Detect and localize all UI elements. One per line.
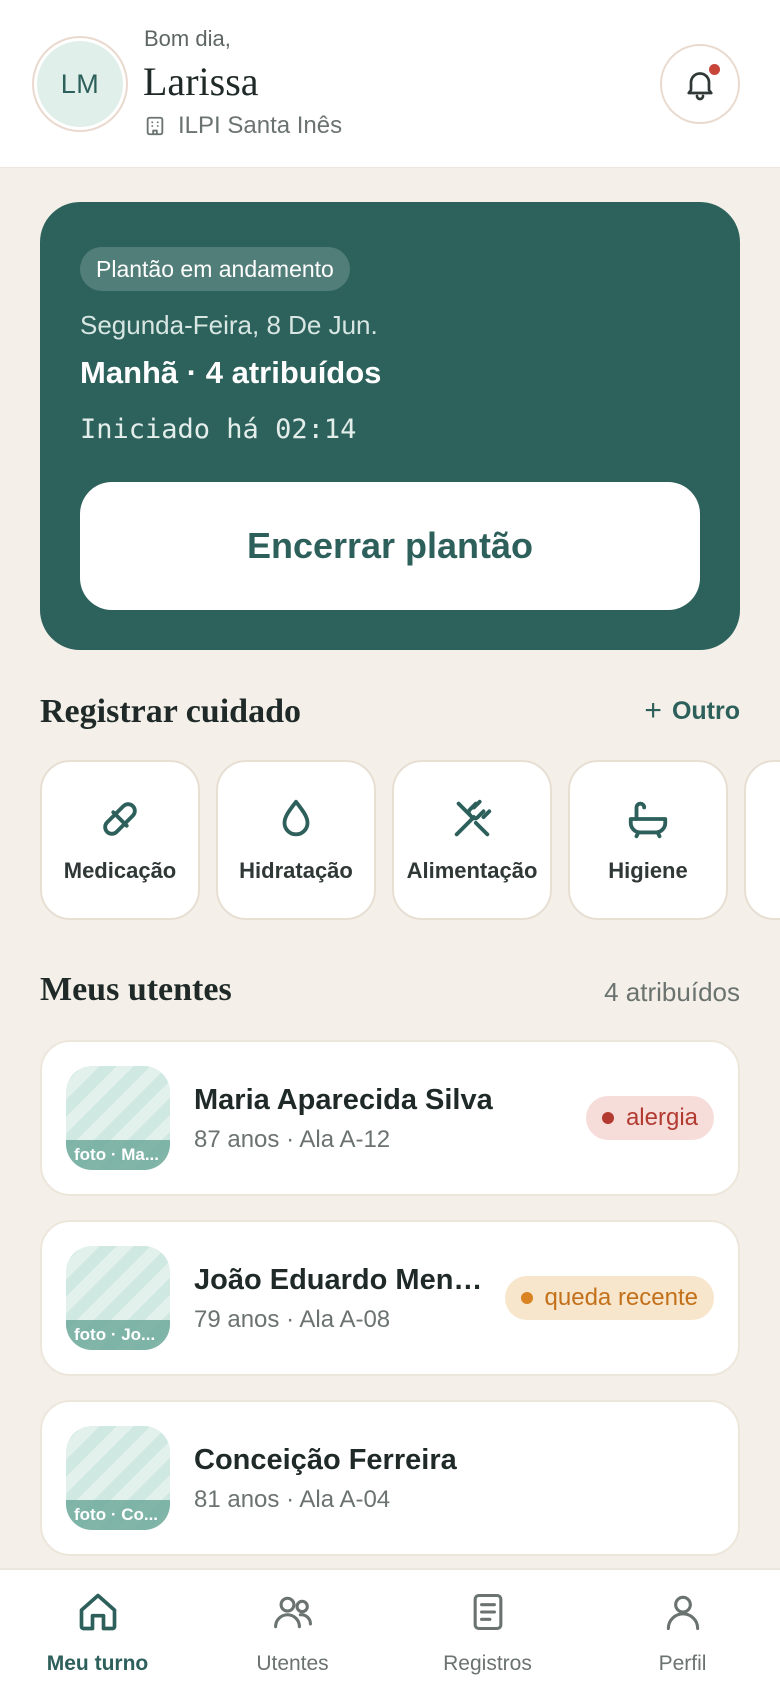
add-other-care-button[interactable]: + Outro	[644, 696, 740, 726]
allergy-badge: alergia	[585, 1096, 714, 1140]
avatar[interactable]: LM	[34, 38, 126, 130]
nav-item-my-shift[interactable]: Meu turno	[0, 1570, 195, 1688]
shift-date: Segunda-Feira, 8 De Jun.	[80, 310, 378, 340]
notification-dot	[707, 62, 722, 77]
shift-status-badge: Plantão em andamento	[80, 247, 350, 291]
greeting: Bom dia,	[144, 26, 231, 51]
resident-photo: foto · Ma...	[66, 1066, 170, 1170]
nav-label: Meu turno	[46, 1652, 149, 1675]
document-icon	[390, 1590, 585, 1634]
utensils-icon	[394, 796, 550, 842]
resident-photo-caption: foto · Co...	[66, 1500, 170, 1530]
nav-label: Perfil	[658, 1652, 707, 1675]
care-tile-feeding[interactable]: Alimentação	[392, 760, 552, 920]
shift-timer: Iniciado há 02:14	[80, 414, 357, 445]
user-name: Larissa	[143, 59, 259, 104]
badge-label: queda recente	[544, 1284, 698, 1311]
care-tile-label: Medicação	[63, 858, 177, 883]
nav-item-profile[interactable]: Perfil	[585, 1570, 780, 1688]
care-section-title: Registrar cuidado	[40, 693, 301, 730]
resident-photo-caption: foto · Jo...	[66, 1320, 170, 1350]
home-icon	[0, 1590, 195, 1634]
resident-photo: foto · Jo...	[66, 1246, 170, 1350]
care-tile-label: Hidratação	[239, 858, 353, 883]
droplet-icon	[218, 796, 374, 842]
end-shift-button[interactable]: Encerrar plantão	[80, 482, 700, 610]
facility-name: ILPI Santa Inês	[178, 112, 343, 139]
care-tile-hygiene[interactable]: Higiene	[568, 760, 728, 920]
badge-dot	[520, 1292, 533, 1304]
avatar-initials: LM	[60, 68, 100, 99]
care-tile-hydration[interactable]: Hidratação	[216, 760, 376, 920]
care-tile-medication[interactable]: Medicação	[40, 760, 200, 920]
shift-card: Plantão em andamento Segunda-Feira, 8 De…	[40, 202, 740, 650]
resident-meta: 79 anos · Ala A-08	[194, 1306, 391, 1333]
facility-info: ILPI Santa Inês	[144, 112, 342, 140]
shift-summary: Manhã · 4 atribuídos	[80, 355, 382, 390]
resident-name: Conceição Ferreira	[194, 1444, 457, 1476]
residents-section-title: Meus utentes	[40, 971, 232, 1008]
badge-label: alergia	[625, 1104, 698, 1131]
user-icon	[585, 1590, 780, 1634]
resident-meta: 87 anos · Ala A-12	[194, 1126, 391, 1153]
resident-name: Maria Aparecida Silva	[194, 1084, 493, 1116]
resident-card[interactable]: foto · Co... Conceição Ferreira 81 anos …	[40, 1400, 740, 1556]
notifications-button[interactable]	[660, 44, 740, 124]
care-tile-label: Higiene	[608, 858, 688, 883]
resident-photo-caption: foto · Ma...	[66, 1140, 170, 1170]
bottom-nav: Meu turno Utentes Registros Perfil	[0, 1568, 780, 1688]
resident-name: João Eduardo Mendes	[194, 1264, 484, 1296]
resident-card[interactable]: foto · Jo... João Eduardo Mendes 79 anos…	[40, 1220, 740, 1376]
bathtub-icon	[570, 796, 726, 842]
users-icon	[195, 1590, 390, 1634]
building-icon	[144, 115, 166, 137]
badge-dot	[601, 1112, 614, 1124]
resident-card[interactable]: foto · Ma... Maria Aparecida Silva 87 an…	[40, 1040, 740, 1196]
nav-label: Registros	[443, 1652, 532, 1675]
recent-fall-badge: queda recente	[504, 1276, 714, 1320]
care-tile-label: Alimentação	[406, 858, 538, 883]
pill-icon	[42, 796, 198, 842]
residents-count: 4 atribuídos	[604, 977, 740, 1007]
resident-meta: 81 anos · Ala A-04	[194, 1486, 391, 1513]
care-actions-row[interactable]: Medicação Hidratação Alimentação Higiene	[40, 760, 780, 922]
nav-item-records[interactable]: Registros	[390, 1570, 585, 1688]
nav-item-residents[interactable]: Utentes	[195, 1570, 390, 1688]
resident-photo: foto · Co...	[66, 1426, 170, 1530]
plus-icon: +	[644, 694, 662, 727]
app-header: LM Bom dia, Larissa ILPI Santa Inês	[0, 0, 780, 168]
nav-label: Utentes	[256, 1652, 329, 1675]
add-other-label: Outro	[671, 696, 740, 725]
care-tile-more[interactable]	[744, 760, 780, 920]
